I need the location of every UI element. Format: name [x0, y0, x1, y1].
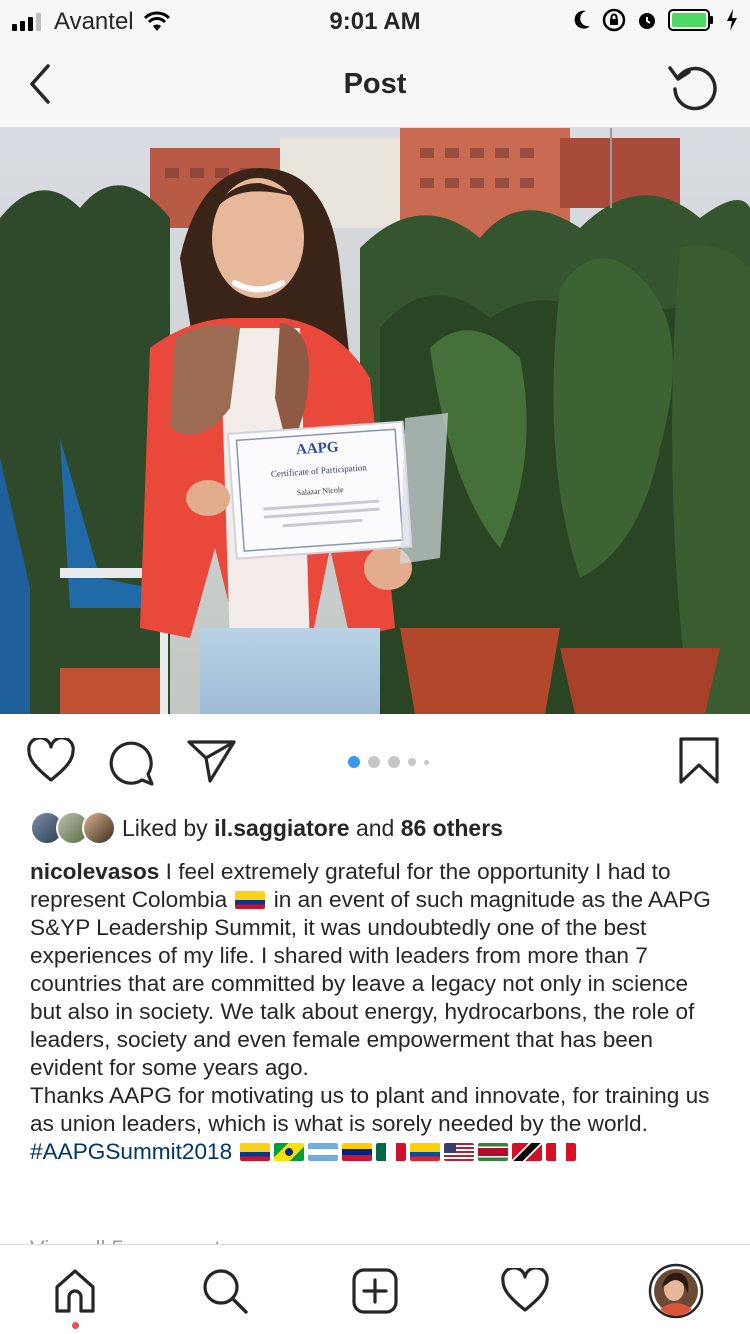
flag-ecuador-icon — [410, 1143, 441, 1161]
likes-others[interactable]: 86 others — [401, 815, 503, 842]
tab-search[interactable] — [197, 1263, 253, 1319]
post-actions — [0, 714, 750, 812]
liker-username[interactable]: il.saggiatore — [214, 815, 349, 842]
alarm-icon — [639, 13, 655, 29]
flag-usa-icon — [444, 1143, 475, 1161]
charging-icon — [727, 9, 737, 31]
like-button[interactable] — [26, 736, 76, 789]
flag-argentina-icon — [308, 1143, 339, 1161]
carousel-dot — [368, 756, 380, 768]
flag-peru-icon — [546, 1143, 577, 1161]
flag-trinidad-icon — [512, 1143, 543, 1161]
search-icon — [203, 1269, 248, 1314]
liked-by-label: Liked by — [122, 814, 208, 841]
status-bar: Avantel 9:01 AM — [0, 0, 750, 40]
avatar — [82, 811, 116, 845]
comment-button[interactable] — [106, 738, 156, 791]
carousel-dot — [348, 756, 360, 768]
flag-mexico-icon — [376, 1143, 407, 1161]
caption-paragraph-2: Thanks AAPG for motivating us to plant a… — [30, 1082, 724, 1166]
share-button[interactable] — [186, 738, 238, 789]
flag-colombia-icon — [235, 891, 266, 909]
post-photo-image: AAPG Certificate of Participation Salaza… — [0, 128, 750, 714]
flag-brazil-icon — [274, 1143, 305, 1161]
tab-activity[interactable] — [497, 1263, 553, 1319]
certificate-logo: AAPG — [296, 439, 340, 458]
refresh-icon — [668, 66, 717, 111]
carousel-dot — [424, 759, 429, 765]
flag-suriname-icon — [478, 1143, 509, 1161]
moon-icon — [574, 10, 590, 29]
home-notification-dot — [72, 1322, 79, 1329]
caption-paragraph: nicolevasos I feel extremely grateful fo… — [30, 858, 724, 1082]
hashtag-link[interactable]: #AAPGSummit2018 — [30, 1139, 232, 1164]
send-icon — [187, 740, 236, 783]
carousel-dot — [408, 758, 416, 766]
heart-icon — [27, 736, 75, 782]
carousel-indicator — [348, 756, 429, 768]
battery-icon — [668, 9, 713, 31]
carousel-dot — [388, 756, 400, 768]
activity-heart-icon — [501, 1268, 549, 1312]
comment-icon — [109, 741, 154, 786]
status-bar-right — [572, 8, 738, 32]
rotation-lock-icon — [602, 8, 626, 32]
likes-summary[interactable]: Liked by il.saggiatore and 86 others — [30, 810, 503, 846]
flag-colombia-icon — [240, 1143, 271, 1161]
liker-avatars — [30, 811, 116, 845]
likes-and-label: and — [355, 814, 395, 841]
home-icon — [55, 1269, 95, 1313]
page-title: Post — [343, 68, 407, 100]
bookmark-icon — [679, 737, 719, 784]
caption-text-2: in an event of such magnitude as the AAP… — [30, 887, 711, 1080]
view-comments-link[interactable]: View all 5 comments — [30, 1236, 231, 1244]
add-post-icon — [352, 1268, 398, 1314]
flag-venezuela-icon — [342, 1143, 373, 1161]
navigation-bar: Post — [0, 40, 750, 128]
tab-bar — [0, 1244, 750, 1334]
post-photo[interactable]: AAPG Certificate of Participation Salaza… — [0, 128, 750, 714]
tab-home[interactable] — [47, 1263, 103, 1319]
caption-username[interactable]: nicolevasos — [30, 859, 159, 884]
refresh-button[interactable] — [666, 58, 720, 112]
tab-profile[interactable] — [648, 1263, 704, 1319]
save-button[interactable] — [678, 736, 720, 791]
flags-row — [238, 1139, 578, 1164]
profile-avatar — [648, 1263, 704, 1319]
post-caption: nicolevasos I feel extremely grateful fo… — [30, 858, 724, 1166]
tab-new-post[interactable] — [347, 1263, 403, 1319]
caption-thanks: Thanks AAPG for motivating us to plant a… — [30, 1083, 710, 1136]
